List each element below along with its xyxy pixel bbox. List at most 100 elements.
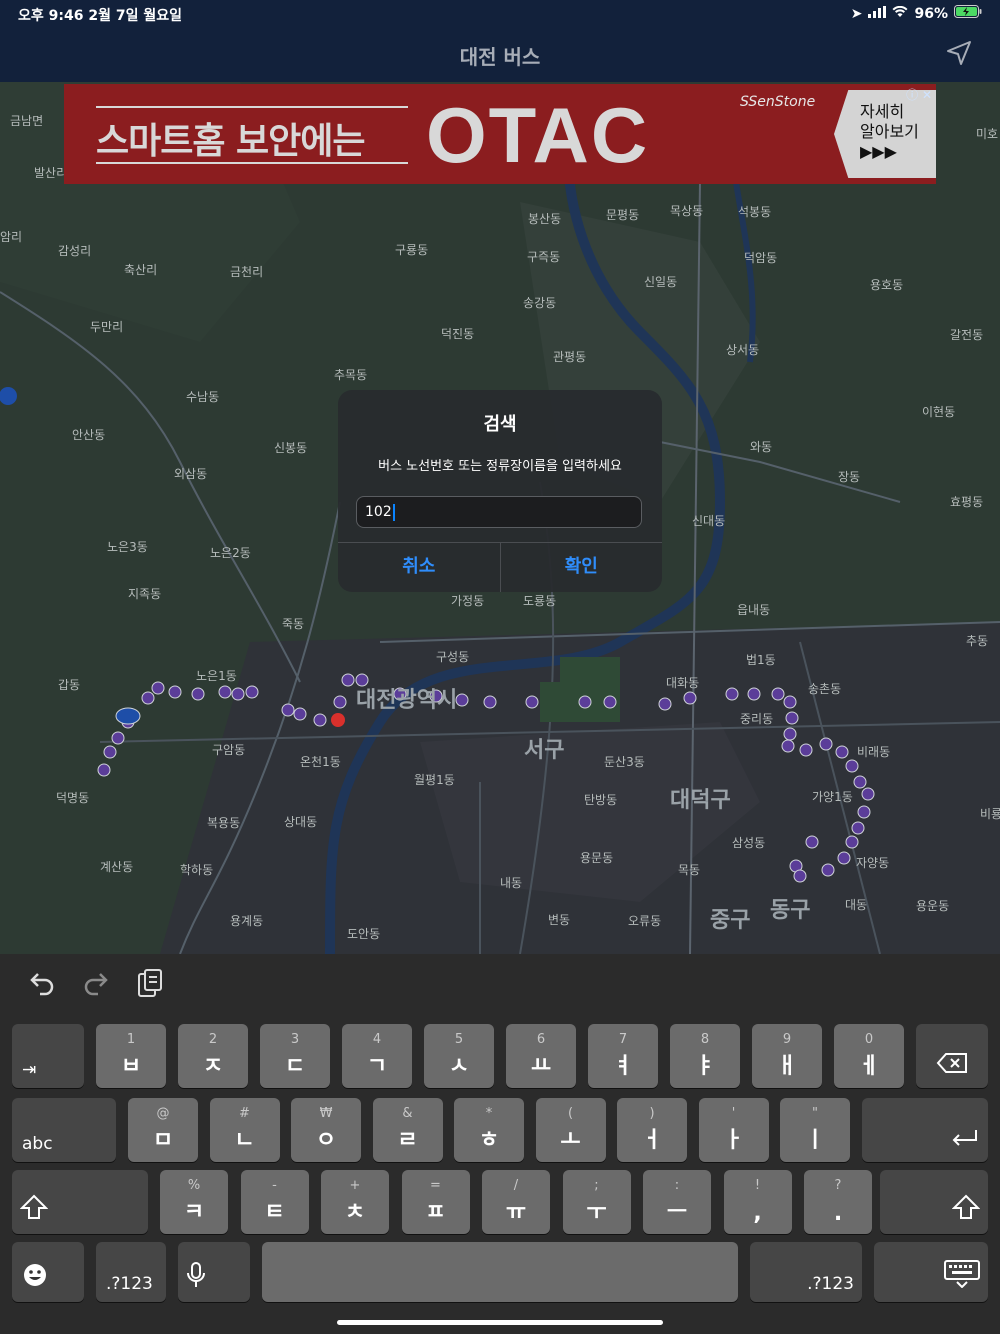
numbers-key-left[interactable]: .?123 (96, 1242, 166, 1302)
key-secondary-label: 6 (536, 1032, 546, 1047)
map-label: 대덕구 (670, 788, 731, 813)
map-label: 지족동 (128, 587, 162, 601)
map-label: 축산리 (124, 263, 158, 277)
ad-brand-logo: OTAC (426, 91, 650, 179)
space-key[interactable] (262, 1242, 738, 1302)
letter-key[interactable]: 1ㅂ (96, 1024, 166, 1088)
map-label: 동구 (770, 898, 811, 923)
search-input-value: 102 (365, 504, 392, 520)
letter-key[interactable]: ' ㅏ (698, 1098, 769, 1162)
return-key[interactable] (862, 1098, 988, 1162)
key-primary-label: ㅣ (804, 1128, 826, 1153)
letter-key[interactable]: / ㅠ (482, 1170, 550, 1234)
paste-icon[interactable] (136, 968, 164, 1005)
map-label: 안산동 (72, 428, 106, 442)
map-label: 덕암동 (744, 251, 778, 265)
shift-key-left[interactable] (12, 1170, 148, 1234)
ad-divider (96, 162, 408, 164)
abc-key[interactable]: abc (12, 1098, 116, 1162)
key-primary-label: ㅅ (448, 1054, 470, 1079)
map-label: 구룡동 (395, 243, 429, 257)
redo-icon[interactable] (82, 968, 110, 1003)
letter-key[interactable]: 7ㅕ (588, 1024, 658, 1088)
letter-key[interactable]: 3ㄷ (260, 1024, 330, 1088)
wifi-icon (892, 5, 908, 22)
letter-key[interactable]: 2ㅈ (178, 1024, 248, 1088)
key-secondary-label: ; (594, 1178, 599, 1193)
letter-key[interactable]: * ㅎ (454, 1098, 524, 1162)
letter-key[interactable]: ₩ ㅇ (291, 1098, 361, 1162)
dismiss-keyboard-key[interactable] (874, 1242, 988, 1302)
map-label: 용계동 (230, 914, 264, 928)
numbers-key-right[interactable]: .?123 (750, 1242, 862, 1302)
map-label: 노은1동 (196, 669, 237, 683)
ad-info-close-icon[interactable]: ⓘ ✕ (906, 86, 932, 103)
letter-key[interactable]: ?. (804, 1170, 872, 1234)
letter-key[interactable]: 9ㅐ (752, 1024, 822, 1088)
map-label: 신일동 (644, 275, 678, 289)
letter-key[interactable]: # ㄴ (209, 1098, 280, 1162)
map-label: 와동 (750, 440, 773, 454)
letter-key[interactable]: + ㅊ (321, 1170, 389, 1234)
confirm-button[interactable]: 확인 (499, 543, 663, 592)
letter-key[interactable]: & ㄹ (372, 1098, 443, 1162)
map-label: 갈전동 (950, 328, 984, 342)
letter-key[interactable]: !, (723, 1170, 792, 1234)
shift-key-right[interactable] (880, 1170, 988, 1234)
map-label: 봉산동 (528, 212, 562, 226)
key-secondary-label: ! (754, 1178, 761, 1193)
key-primary-label: ㅔ (858, 1054, 880, 1079)
abc-label: abc (22, 1134, 53, 1154)
key-primary-label: ㅕ (612, 1054, 634, 1079)
key-primary-label: ㅗ (560, 1128, 581, 1153)
letter-key[interactable]: 5ㅅ (424, 1024, 494, 1088)
letter-key[interactable]: (ㅗ (535, 1098, 606, 1162)
letter-key[interactable]: 8ㅑ (670, 1024, 740, 1088)
ad-learn-more-button[interactable]: 자세히 알아보기 ▶▶▶ (834, 90, 936, 178)
key-primary-label: ㅐ (776, 1054, 798, 1079)
map-label: 구암동 (212, 743, 246, 757)
tab-icon: ⇥ (22, 1060, 37, 1080)
key-secondary-label: 1 (126, 1032, 136, 1047)
map-label: 학하동 (180, 863, 214, 877)
letter-key[interactable]: " ㅣ (780, 1098, 850, 1162)
letter-key[interactable]: ; ㅜ (562, 1170, 631, 1234)
search-input[interactable]: 102 (356, 496, 642, 528)
letter-key[interactable]: % ㅋ (160, 1170, 228, 1234)
emoji-key[interactable] (12, 1242, 84, 1302)
signal-icon (868, 5, 887, 22)
letter-key[interactable]: ) ㅓ (617, 1098, 687, 1162)
map-label: 대동 (845, 898, 868, 912)
cancel-button[interactable]: 취소 (338, 543, 500, 592)
key-secondary-label: @ (156, 1106, 170, 1121)
letter-key[interactable]: :ㅡ (643, 1170, 711, 1234)
map-label: 송강동 (523, 296, 557, 310)
dictation-key[interactable] (178, 1242, 250, 1302)
location-arrow-icon (947, 41, 971, 65)
letter-key[interactable]: 0ㅔ (834, 1024, 904, 1088)
map-label: 장동 (838, 470, 861, 484)
key-primary-label: ㅈ (202, 1054, 224, 1079)
letter-key[interactable]: 4ㄱ (342, 1024, 412, 1088)
ad-banner[interactable]: 스마트홈 보안에는 OTAC SSenStone 자세히 알아보기 ▶▶▶ ⓘ … (64, 84, 936, 184)
key-secondary-label: 9 (782, 1032, 792, 1047)
map-label: 월평1동 (414, 773, 455, 787)
letter-key[interactable]: -ㅌ (240, 1170, 309, 1234)
map-label: 도안동 (347, 927, 381, 941)
delete-key[interactable] (916, 1024, 988, 1088)
map-label: 송촌동 (808, 682, 842, 696)
current-location-button[interactable] (946, 40, 972, 70)
key-secondary-label: / (513, 1178, 519, 1193)
key-primary-label: ㅋ (183, 1200, 205, 1225)
map-label: 두만리 (90, 320, 124, 334)
map-label: 목동 (678, 863, 701, 877)
map-label: 갑동 (58, 678, 81, 692)
letter-key[interactable]: @ ㅁ (128, 1098, 198, 1162)
tab-key[interactable]: ⇥ (12, 1024, 84, 1088)
letter-key[interactable]: = ㅍ (401, 1170, 470, 1234)
letter-key[interactable]: 6ㅛ (506, 1024, 576, 1088)
key-primary-label: ㄷ (284, 1054, 306, 1079)
map-label: 용문동 (580, 851, 614, 865)
undo-icon[interactable] (28, 968, 56, 1003)
key-primary-label: ㅛ (530, 1054, 552, 1079)
